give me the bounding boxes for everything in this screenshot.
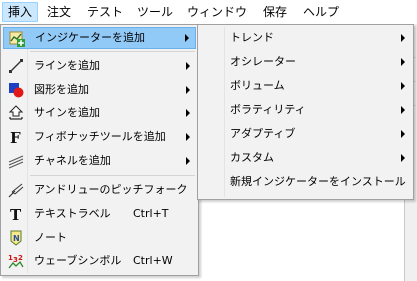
- chevron-right-icon: [186, 157, 190, 165]
- menu-item-text-label[interactable]: T テキストラベル Ctrl+T: [3, 203, 196, 225]
- separator: [30, 51, 195, 52]
- menu-item-note[interactable]: N ノート: [3, 227, 196, 249]
- menu-item-add-shapes[interactable]: 図形を追加: [3, 79, 196, 101]
- text-label-icon: T: [8, 206, 24, 224]
- svg-text:T: T: [10, 206, 22, 222]
- submenu-item-volatility[interactable]: ボラティリティ: [200, 99, 411, 121]
- chevron-right-icon: [186, 133, 190, 141]
- sign-icon: [8, 105, 24, 121]
- chevron-right-icon: [401, 130, 405, 138]
- menu-item-label: オシレーター: [230, 55, 296, 68]
- menu-window[interactable]: ウィンドウ: [182, 3, 252, 21]
- chevron-right-icon: [401, 34, 405, 42]
- menu-order[interactable]: 注文: [42, 3, 76, 21]
- submenu-item-oscillator[interactable]: オシレーター: [200, 51, 411, 73]
- menu-item-label: インジケーターを追加: [35, 31, 145, 44]
- svg-text:F: F: [10, 129, 21, 145]
- menu-item-wave-symbol[interactable]: 1 3 2 ウェーブシンボル Ctrl+W: [3, 250, 196, 272]
- menu-item-label: カスタム: [230, 151, 274, 164]
- menu-item-add-fibonacci[interactable]: F フィボナッチツールを追加: [3, 126, 196, 148]
- channel-icon: [8, 153, 24, 169]
- menu-item-add-sign[interactable]: サインを追加: [3, 102, 196, 124]
- menu-item-label: ウェーブシンボル: [34, 254, 122, 267]
- menu-item-label: アダプティブ: [230, 127, 296, 140]
- menu-item-label: ラインを追加: [34, 59, 100, 72]
- menu-item-add-indicator[interactable]: インジケーターを追加: [3, 27, 196, 49]
- menu-item-label: ノート: [34, 231, 67, 244]
- submenu-item-trend[interactable]: トレンド: [200, 27, 411, 49]
- chevron-right-icon: [186, 62, 190, 70]
- menu-save[interactable]: 保存: [258, 3, 292, 21]
- chevron-right-icon: [401, 106, 405, 114]
- menu-insert[interactable]: 挿入: [2, 2, 39, 22]
- note-icon: N: [8, 230, 24, 246]
- chevron-right-icon: [401, 82, 405, 90]
- fibonacci-icon: F: [8, 129, 24, 147]
- menu-item-add-channel[interactable]: チャネルを追加: [3, 150, 196, 172]
- submenu-item-custom[interactable]: カスタム: [200, 147, 411, 169]
- separator: [30, 175, 195, 176]
- menu-bar: 挿入 注文 テスト ツール ウィンドウ 保存 ヘルプ: [0, 0, 417, 25]
- menu-item-label: テキストラベル: [34, 207, 111, 220]
- menu-item-label: トレンド: [230, 31, 274, 44]
- indicator-submenu: トレンド オシレーター ボリューム ボラティリティ アダプティブ カスタム 新規…: [197, 24, 414, 200]
- line-icon: [8, 58, 24, 74]
- submenu-item-adaptive[interactable]: アダプティブ: [200, 123, 411, 145]
- shapes-icon: [8, 82, 24, 98]
- insert-menu: インジケーターを追加 ラインを追加 図形を追加 サインを追加 F フィボナッチツ…: [0, 24, 199, 276]
- pitchfork-icon: [8, 182, 24, 198]
- menu-help[interactable]: ヘルプ: [298, 3, 344, 21]
- menu-item-add-line[interactable]: ラインを追加: [3, 55, 196, 77]
- chevron-right-icon: [185, 34, 189, 42]
- menu-test[interactable]: テスト: [82, 3, 128, 21]
- menu-item-label: サインを追加: [34, 106, 100, 119]
- menu-tools[interactable]: ツール: [132, 3, 178, 21]
- chevron-right-icon: [186, 86, 190, 94]
- menu-item-label: ボリューム: [230, 79, 285, 92]
- svg-text:N: N: [13, 234, 20, 243]
- menu-item-label: 図形を追加: [34, 83, 89, 96]
- svg-text:2: 2: [18, 254, 23, 262]
- chevron-right-icon: [186, 109, 190, 117]
- menu-item-andrews-pitchfork[interactable]: アンドリューのピッチフォーク: [3, 179, 196, 201]
- shortcut-label: Ctrl+T: [133, 207, 169, 220]
- shortcut-label: Ctrl+W: [133, 254, 173, 267]
- menu-item-label: チャネルを追加: [34, 154, 111, 167]
- chevron-right-icon: [401, 58, 405, 66]
- menu-item-label: ボラティリティ: [230, 103, 306, 116]
- submenu-item-volume[interactable]: ボリューム: [200, 75, 411, 97]
- menu-item-label: フィボナッチツールを追加: [34, 130, 166, 143]
- menu-item-label: 新規インジケーターをインストール: [230, 175, 406, 188]
- chevron-right-icon: [401, 154, 405, 162]
- submenu-item-install-indicator[interactable]: 新規インジケーターをインストール: [200, 171, 411, 193]
- menu-item-label: アンドリューのピッチフォーク: [34, 183, 188, 196]
- wave-symbol-icon: 1 3 2: [8, 253, 24, 269]
- add-indicator-icon: [9, 31, 25, 47]
